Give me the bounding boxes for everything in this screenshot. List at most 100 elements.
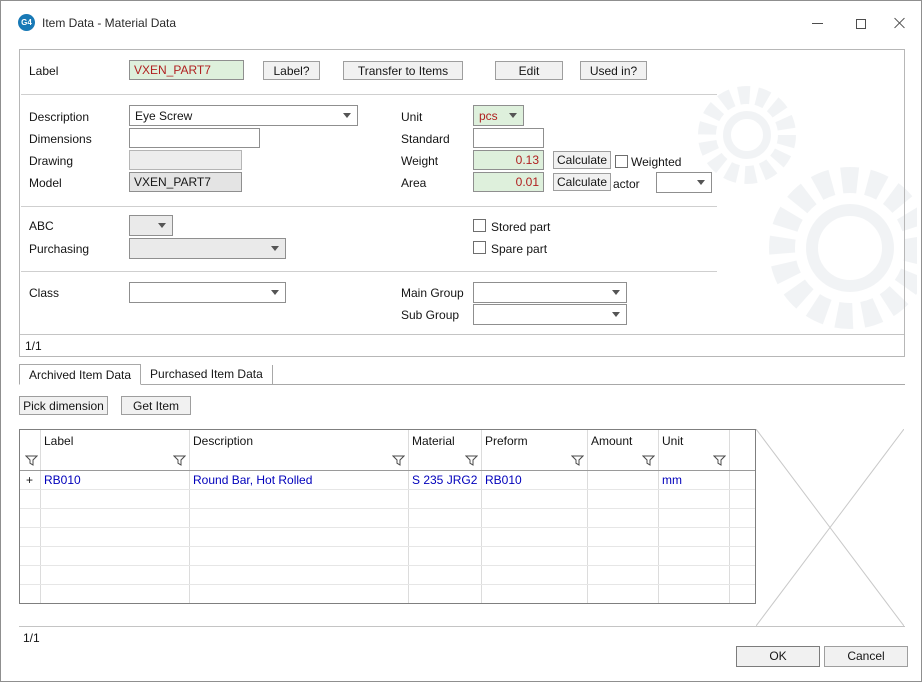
weighted-checkbox[interactable]: [615, 155, 628, 168]
chevron-down-icon: [612, 290, 620, 295]
tab-purchased-item-data[interactable]: Purchased Item Data: [141, 365, 273, 384]
ok-button[interactable]: OK: [736, 646, 820, 667]
stored-part-label: Stored part: [491, 220, 551, 234]
transfer-to-items-button[interactable]: Transfer to Items: [343, 61, 463, 80]
grid-row-line: [20, 508, 755, 509]
class-label: Class: [29, 286, 60, 300]
maximize-icon: [856, 19, 866, 29]
standard-label: Standard: [401, 132, 450, 146]
description-label: Description: [29, 110, 90, 124]
sub-group-label: Sub Group: [401, 308, 460, 322]
chevron-down-icon: [509, 113, 517, 118]
filter-icon: [570, 455, 584, 466]
column-header-unit[interactable]: Unit: [662, 434, 683, 448]
chevron-down-icon: [158, 223, 166, 228]
get-item-button[interactable]: Get Item: [121, 396, 191, 415]
grid-vline: [40, 430, 41, 603]
filter-icon: [172, 455, 186, 466]
edit-button[interactable]: Edit: [495, 61, 563, 80]
spare-part-checkbox[interactable]: [473, 241, 486, 254]
standard-input[interactable]: [473, 128, 544, 148]
filter-button[interactable]: [712, 454, 726, 468]
minimize-button[interactable]: [801, 13, 833, 33]
tab-strip: Archived Item Data Purchased Item Data: [19, 364, 905, 385]
chevron-down-icon: [271, 246, 279, 251]
filter-button[interactable]: [570, 454, 584, 468]
empty-pane: [755, 428, 905, 627]
weighted-checkbox-label: Weighted: [631, 155, 682, 169]
cell-preform: RB010: [485, 473, 522, 487]
close-icon: [893, 16, 905, 30]
chevron-down-icon: [612, 312, 620, 317]
pick-dimension-button[interactable]: Pick dimension: [19, 396, 108, 415]
maximize-button[interactable]: [845, 13, 877, 33]
description-combobox[interactable]: Eye Screw: [129, 105, 358, 126]
app-icon: G4: [18, 14, 35, 31]
cell-label: RB010: [44, 473, 81, 487]
chevron-down-icon: [697, 180, 705, 185]
unit-label: Unit: [401, 110, 423, 124]
area-input[interactable]: [473, 172, 544, 192]
grid-row-line: [20, 584, 755, 585]
filter-button[interactable]: [172, 454, 186, 468]
column-header-material[interactable]: Material: [412, 434, 455, 448]
grid-row-line: [20, 489, 755, 490]
class-combobox[interactable]: [129, 282, 286, 303]
sub-group-combobox[interactable]: [473, 304, 627, 325]
items-grid[interactable]: Label Description Material Preform Amoun…: [19, 429, 756, 604]
minimize-icon: [811, 22, 823, 24]
divider: [21, 206, 717, 207]
label-question-button[interactable]: Label?: [263, 61, 320, 80]
column-header-label[interactable]: Label: [44, 434, 73, 448]
calculate-weight-button[interactable]: Calculate: [553, 151, 611, 169]
tab-archived-item-data[interactable]: Archived Item Data: [19, 364, 142, 385]
filter-icon: [24, 455, 38, 466]
column-header-preform[interactable]: Preform: [485, 434, 528, 448]
spare-part-label: Spare part: [491, 242, 548, 256]
filter-button[interactable]: [641, 454, 655, 468]
titlebar[interactable]: G4 Item Data - Material Data: [1, 1, 921, 43]
dimensions-input[interactable]: [129, 128, 260, 148]
label-label: Label: [29, 64, 59, 78]
grid-row[interactable]: + RB010 Round Bar, Hot Rolled S 235 JRG2…: [20, 471, 755, 489]
model-input[interactable]: [129, 172, 242, 192]
lower-pager: 1/1: [23, 631, 40, 645]
cell-description: Round Bar, Hot Rolled: [193, 473, 313, 487]
main-group-combobox[interactable]: [473, 282, 627, 303]
weight-input[interactable]: [473, 150, 544, 170]
unit-combobox[interactable]: pcs: [473, 105, 524, 126]
filter-icon: [391, 455, 405, 466]
drawing-label: Drawing: [29, 154, 74, 168]
grid-vline: [408, 430, 409, 603]
grid-vline: [658, 430, 659, 603]
grid-row-line: [20, 527, 755, 528]
divider: [21, 94, 717, 95]
used-in-button[interactable]: Used in?: [580, 61, 647, 80]
filter-button[interactable]: [464, 454, 478, 468]
label-input[interactable]: [129, 60, 244, 80]
grid-vline: [587, 430, 588, 603]
filter-button[interactable]: [391, 454, 405, 468]
unit-value: pcs: [479, 108, 498, 123]
chevron-down-icon: [271, 290, 279, 295]
filter-icon: [712, 455, 726, 466]
filter-button[interactable]: [24, 454, 38, 468]
filter-icon: [464, 455, 478, 466]
row-expand-toggle[interactable]: +: [26, 473, 33, 487]
abc-combobox[interactable]: [129, 215, 173, 236]
column-header-amount[interactable]: Amount: [591, 434, 632, 448]
divider: [20, 334, 904, 335]
divider: [21, 271, 717, 272]
cancel-button[interactable]: Cancel: [824, 646, 908, 667]
column-header-description[interactable]: Description: [193, 434, 253, 448]
factor-combobox[interactable]: [656, 172, 712, 193]
purchasing-combobox[interactable]: [129, 238, 286, 259]
drawing-input[interactable]: [129, 150, 242, 170]
grid-vline: [481, 430, 482, 603]
close-button[interactable]: [883, 13, 915, 33]
stored-part-checkbox[interactable]: [473, 219, 486, 232]
calculate-area-button[interactable]: Calculate: [553, 173, 611, 191]
upper-pager: 1/1: [25, 339, 42, 353]
description-value: Eye Screw: [135, 108, 193, 123]
dimensions-label: Dimensions: [29, 132, 92, 146]
